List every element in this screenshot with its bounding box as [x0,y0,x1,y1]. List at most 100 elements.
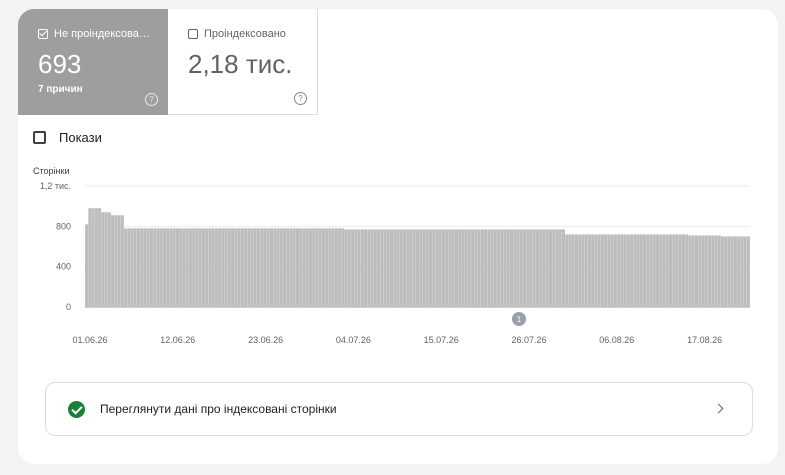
chart-bar [649,234,653,307]
x-tick-label: 06.08.26 [599,335,634,345]
chart-bar [704,235,708,307]
checkbox-unchecked-icon[interactable] [188,29,198,39]
x-tick-label: 04.07.26 [336,335,371,345]
chart-bar [292,228,296,307]
chart-bar [88,208,92,307]
chart-bar [117,215,121,307]
chart-bar [412,229,416,307]
chart-bar [289,228,293,307]
chart-bar [237,228,241,307]
chart-bar [581,234,585,307]
chart-bar [328,228,332,307]
chart-bar [305,228,309,307]
chart-bar [613,234,617,307]
impressions-checkbox[interactable] [33,131,46,144]
chart-bar [130,228,134,307]
chart-bar [302,228,306,307]
chart-bar [364,229,368,307]
chart-bar [497,229,501,307]
view-indexed-pages-link[interactable]: Переглянути дані про індексовані сторінк… [45,382,753,436]
chart-bar [448,229,452,307]
chart-bar [643,234,647,307]
help-icon[interactable]: ? [294,92,307,105]
chart-bar [234,228,238,307]
view-indexed-pages-label: Переглянути дані про індексовані сторінк… [100,402,337,416]
chart-bar [451,229,455,307]
chart-bar [743,236,747,307]
chart-bar [175,228,179,307]
chart-bar [270,228,274,307]
chart-bar [159,228,163,307]
indexed-count: 2,18 тис. [188,49,293,79]
chart-bar [639,234,643,307]
chart-bar [542,229,546,307]
tab-not-indexed-label: Не проіндексова… [54,28,150,40]
tab-not-indexed[interactable]: Не проіндексова… 693 7 причин ? [18,9,168,115]
chart-bar [665,234,669,307]
checkbox-checked-icon[interactable] [38,29,48,39]
chart-bar [221,228,225,307]
chart-bar [240,228,244,307]
chart-bar [396,229,400,307]
chart-bar [205,228,209,307]
chart-bar [529,229,533,307]
chart-bar [282,228,287,307]
chart-bar [166,228,170,307]
chart-bar [428,229,432,307]
chart-bar [730,236,734,307]
chart-bar [636,234,640,307]
chart-bar [571,234,575,307]
chart-bar [146,228,150,307]
impressions-toggle[interactable]: Покази [33,130,102,145]
chart-bar [390,229,394,307]
chart-bar [685,234,689,307]
chart-bar [484,229,488,307]
chart-bar [218,228,222,307]
pages-bar-chart: Сторінки 0 400 800 1,2 тис. 1 01.06.26 12.06.26… [33,166,750,345]
tab-indexed[interactable]: Проіндексовано 2,18 тис. ? [168,9,318,115]
y-tick-label: 400 [56,262,71,272]
chart-bar [224,228,228,307]
chart-bar [500,229,504,307]
chart-bar [698,235,702,307]
chart-bar [513,229,517,307]
x-tick-label: 23.06.26 [248,335,283,345]
chart-bar [227,228,231,307]
chart-bar [561,229,565,307]
x-tick-label: 17.08.26 [687,335,722,345]
chart-bar [474,229,478,307]
chart-bar [707,235,711,307]
chart-bar [250,228,254,307]
chart-bar [208,228,212,307]
chart-bar [565,234,569,307]
y-axis-label: Сторінки [33,166,69,176]
chart-bar [367,229,371,307]
chart-bar [568,234,572,307]
chart-bar [656,234,660,307]
chart-bar [98,208,102,307]
chart-bar [143,228,147,307]
chart-bar [406,229,410,307]
chart-bar [435,229,439,307]
chart-bar [380,229,384,307]
chart-bar [253,228,257,307]
chart-bar [623,234,627,307]
chart-bar [545,229,549,307]
chart-bar [425,229,429,307]
chart-bar [354,229,358,307]
chart-bar [539,229,543,307]
chart-bar [286,228,290,307]
chart-bar [630,234,634,307]
help-icon[interactable]: ? [145,93,158,106]
chart-bar [91,208,95,307]
chart-bar [101,212,105,307]
chart-bar [587,234,591,307]
chart-bar [263,228,267,307]
chart-bar [633,234,637,307]
chart-bar [114,215,118,307]
y-tick-label: 1,2 тис. [40,181,71,191]
chart-bar [247,228,251,307]
chart-bar [315,228,319,307]
chart-bar [321,228,325,307]
chart-bar [523,229,527,307]
